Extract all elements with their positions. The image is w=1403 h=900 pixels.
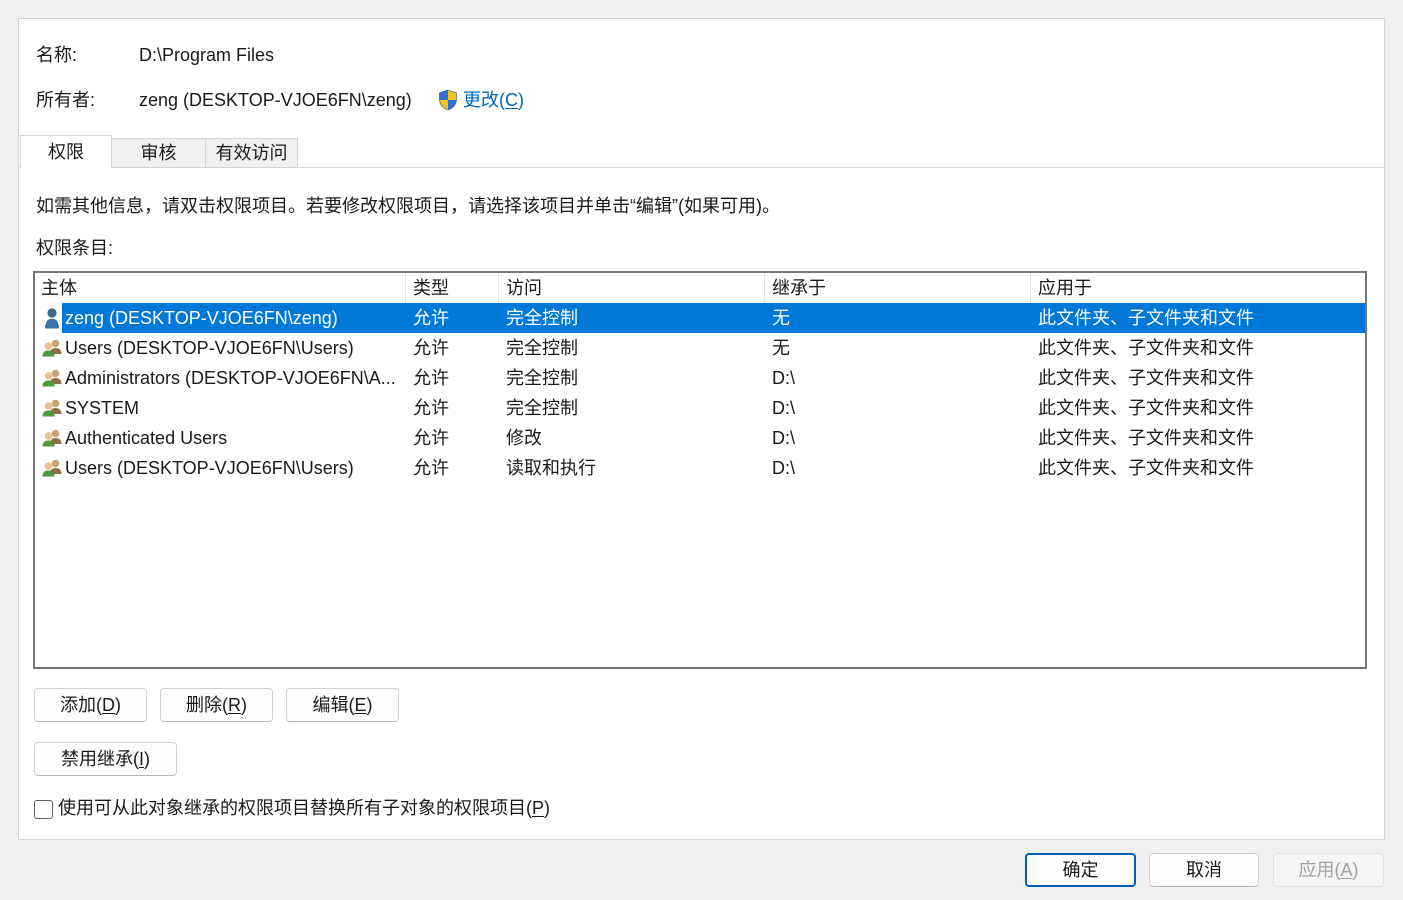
user-icon [35, 303, 62, 333]
cell-inherited-from: 无 [772, 308, 790, 328]
cell-type: 允许 [413, 398, 449, 418]
add-button[interactable]: 添加(D) [34, 688, 147, 722]
apply-button-text: 应用( [1298, 860, 1341, 880]
remove-button[interactable]: 删除(R) [160, 688, 273, 722]
tab-effective-access[interactable]: 有效访问 [205, 138, 298, 167]
cell-type: 允许 [413, 338, 449, 358]
add-button-accelerator: D [102, 695, 115, 715]
edit-button-accelerator: E [354, 695, 367, 715]
group-icon [35, 363, 62, 393]
table-row[interactable]: Authenticated Users 允许 修改 D:\ 此文件夹、子文件夹和文件 [35, 423, 1365, 453]
principal-name: Users (DESKTOP-VJOE6FN\Users) [65, 338, 354, 358]
remove-button-accelerator: R [228, 695, 241, 715]
disable-inheritance-tail: ) [144, 749, 150, 769]
edit-button[interactable]: 编辑(E) [286, 688, 399, 722]
remove-button-text: 删除( [186, 695, 228, 715]
cell-inherited-from: D:\ [772, 458, 796, 478]
cell-type: 允许 [413, 368, 449, 388]
cell-inherited-from: 无 [772, 338, 790, 358]
cell-access: 完全控制 [506, 368, 578, 388]
table-row[interactable]: SYSTEM 允许 完全控制 D:\ 此文件夹、子文件夹和文件 [35, 393, 1365, 423]
uac-shield-icon [437, 89, 459, 111]
list-header: 主体 类型 访问 继承于 应用于 [35, 273, 1365, 303]
cell-applies-to: 此文件夹、子文件夹和文件 [1038, 398, 1254, 418]
column-header-access[interactable]: 访问 [499, 273, 765, 303]
cell-access: 完全控制 [506, 308, 578, 328]
cell-type: 允许 [413, 428, 449, 448]
cell-applies-to: 此文件夹、子文件夹和文件 [1038, 338, 1254, 358]
cell-principal: SYSTEM [35, 393, 406, 423]
security-settings-panel: 名称: D:\Program Files 所有者: zeng (DESKTOP-… [18, 18, 1385, 840]
group-icon [35, 423, 62, 453]
cell-access: 完全控制 [506, 338, 578, 358]
group-icon [35, 393, 62, 423]
table-row[interactable]: Administrators (DESKTOP-VJOE6FN\A... 允许 完全… [35, 363, 1365, 393]
principal-name: Administrators (DESKTOP-VJOE6FN\A... [65, 368, 396, 388]
principal-name: Users (DESKTOP-VJOE6FN\Users) [65, 458, 354, 478]
replace-child-permissions-checkbox[interactable] [34, 800, 53, 819]
replace-child-permissions-accelerator: P [532, 798, 545, 818]
group-icon [35, 333, 62, 363]
replace-child-permissions-text: 使用可从此对象继承的权限项目替换所有子对象的权限项目( [58, 798, 532, 818]
add-button-text: 添加( [60, 695, 102, 715]
replace-child-permissions-tail: ) [544, 798, 551, 818]
owner-label: 所有者: [36, 90, 96, 110]
principal-name: SYSTEM [65, 398, 140, 418]
principal-name: zeng (DESKTOP-VJOE6FN\zeng) [65, 308, 338, 328]
cell-inherited-from: D:\ [772, 398, 796, 418]
tab-strip-divider [19, 167, 1384, 168]
cell-principal: Administrators (DESKTOP-VJOE6FN\A... [35, 363, 406, 393]
column-header-type[interactable]: 类型 [406, 273, 499, 303]
change-owner-link-text: 更改( [463, 90, 505, 110]
column-header-principal[interactable]: 主体 [35, 273, 406, 303]
cell-access: 修改 [506, 428, 542, 448]
change-owner-link[interactable]: 更改(C) [463, 88, 524, 112]
object-name-value: D:\Program Files [139, 45, 275, 65]
add-button-tail: ) [115, 695, 121, 715]
cell-applies-to: 此文件夹、子文件夹和文件 [1038, 458, 1254, 478]
edit-button-tail: ) [366, 695, 373, 715]
ok-button[interactable]: 确定 [1025, 853, 1136, 887]
group-icon [35, 453, 62, 483]
owner-value: zeng (DESKTOP-VJOE6FN\zeng) [139, 90, 412, 110]
cell-principal: zeng (DESKTOP-VJOE6FN\zeng) [35, 303, 406, 333]
cancel-button[interactable]: 取消 [1149, 853, 1259, 887]
remove-button-tail: ) [241, 695, 247, 715]
table-row[interactable]: Users (DESKTOP-VJOE6FN\Users) 允许 完全控制 无 此文件夹… [35, 333, 1365, 363]
table-row[interactable]: zeng (DESKTOP-VJOE6FN\zeng) 允许 完全控制 无 此文件夹、子… [35, 303, 1365, 333]
cell-inherited-from: D:\ [772, 428, 796, 448]
permission-entries-label: 权限条目: [36, 238, 114, 258]
apply-button[interactable]: 应用(A) [1273, 853, 1384, 887]
apply-button-tail: ) [1352, 860, 1359, 880]
principal-name: Authenticated Users [65, 428, 228, 448]
cell-access: 读取和执行 [506, 458, 596, 478]
disable-inheritance-text: 禁用继承( [60, 749, 139, 769]
change-owner-link-accelerator: C [505, 90, 518, 110]
cell-applies-to: 此文件夹、子文件夹和文件 [1038, 428, 1254, 448]
cell-type: 允许 [413, 308, 449, 328]
disable-inheritance-button[interactable]: 禁用继承(I) [34, 742, 177, 776]
permission-entries-list[interactable]: 主体 类型 访问 继承于 应用于 zeng (DESKTOP-VJOE6FN\z… [33, 271, 1367, 669]
table-row[interactable]: Users (DESKTOP-VJOE6FN\Users) 允许 读取和执行 D:\ 此… [35, 453, 1365, 483]
list-body: zeng (DESKTOP-VJOE6FN\zeng) 允许 完全控制无此文件夹、子… [35, 303, 1365, 483]
column-header-applies-to[interactable]: 应用于 [1031, 273, 1365, 303]
cell-principal: Users (DESKTOP-VJOE6FN\Users) [35, 453, 406, 483]
column-header-inherited-from[interactable]: 继承于 [765, 273, 1031, 303]
change-owner-link-tail: ) [518, 90, 524, 110]
cell-type: 允许 [413, 458, 449, 478]
cell-inherited-from: D:\ [772, 368, 796, 388]
cell-applies-to: 此文件夹、子文件夹和文件 [1038, 368, 1254, 388]
tab-permissions[interactable]: 权限 [20, 135, 112, 168]
edit-button-text: 编辑( [312, 695, 355, 715]
cell-access: 完全控制 [506, 398, 578, 418]
cell-principal: Authenticated Users [35, 423, 406, 453]
apply-button-accelerator: A [1340, 860, 1353, 880]
tab-auditing[interactable]: 审核 [111, 138, 206, 167]
replace-child-permissions-label[interactable]: 使用可从此对象继承的权限项目替换所有子对象的权限项目(P) [58, 796, 550, 820]
cell-applies-to: 此文件夹、子文件夹和文件 [1038, 308, 1254, 328]
cell-principal: Users (DESKTOP-VJOE6FN\Users) [35, 333, 406, 363]
info-text: 如需其他信息，请双击权限项目。若要修改权限项目，请选择该项目并单击“编辑”(如果… [36, 196, 780, 216]
name-label: 名称: [36, 45, 78, 65]
